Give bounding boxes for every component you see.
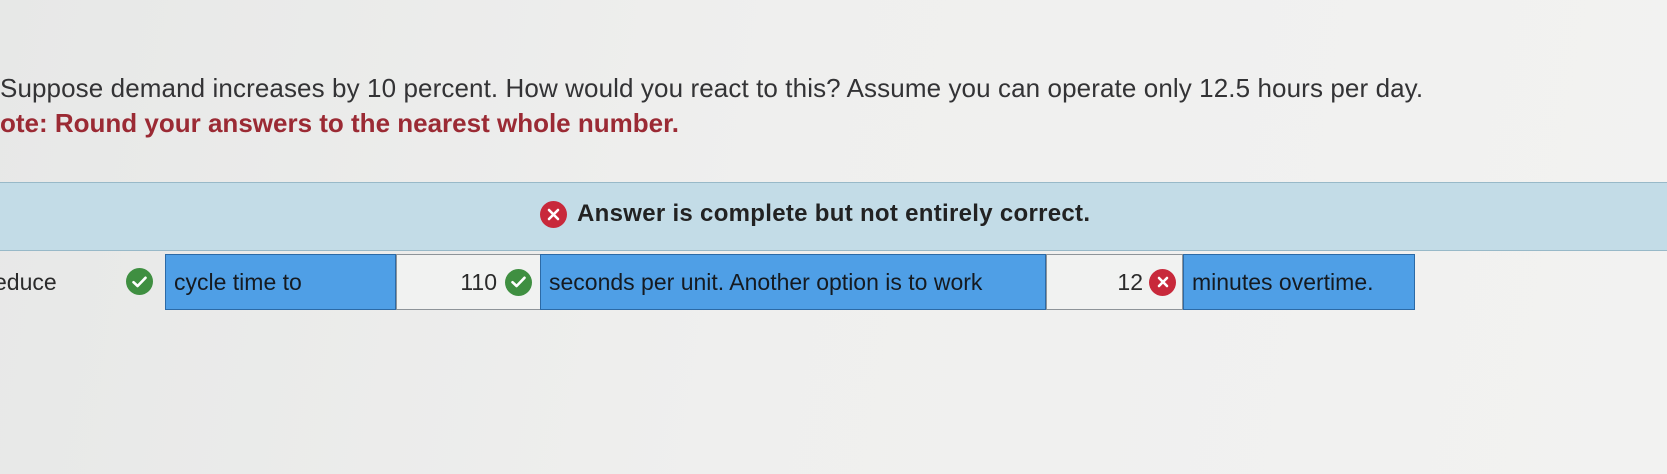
option-dropdown[interactable]: educe: [0, 254, 165, 310]
x-circle-icon: [540, 200, 567, 228]
feedback-message: Answer is complete but not entirely corr…: [577, 200, 1091, 227]
option-word: educe: [0, 268, 57, 295]
feedback-banner: Answer is complete but not entirely corr…: [0, 182, 1667, 251]
phrase-cycle-time-text: cycle time to: [174, 268, 302, 295]
phrase-seconds-text: seconds per unit. Another option is to w…: [549, 268, 983, 295]
check-circle-icon: [505, 268, 532, 296]
feedback-content: Answer is complete but not entirely corr…: [540, 200, 1090, 228]
x-circle-icon: [1149, 268, 1176, 296]
phrase-minutes-text: minutes overtime.: [1192, 269, 1374, 295]
rounding-note: ote: Round your answers to the nearest w…: [0, 108, 679, 138]
cycle-time-value: 110: [460, 268, 497, 295]
phrase-minutes-overtime: minutes overtime.: [1183, 254, 1415, 310]
check-circle-icon: [126, 268, 153, 295]
overtime-input[interactable]: 12: [1046, 254, 1183, 310]
question-text: Suppose demand increases by 10 percent. …: [0, 73, 1424, 103]
cycle-time-input[interactable]: 110: [396, 254, 541, 310]
answer-row: educe cycle time to 110 seconds per unit…: [0, 254, 1420, 310]
overtime-value: 12: [1117, 268, 1143, 295]
phrase-cycle-time: cycle time to: [165, 254, 396, 310]
phrase-seconds-per-unit: seconds per unit. Another option is to w…: [540, 254, 1046, 310]
